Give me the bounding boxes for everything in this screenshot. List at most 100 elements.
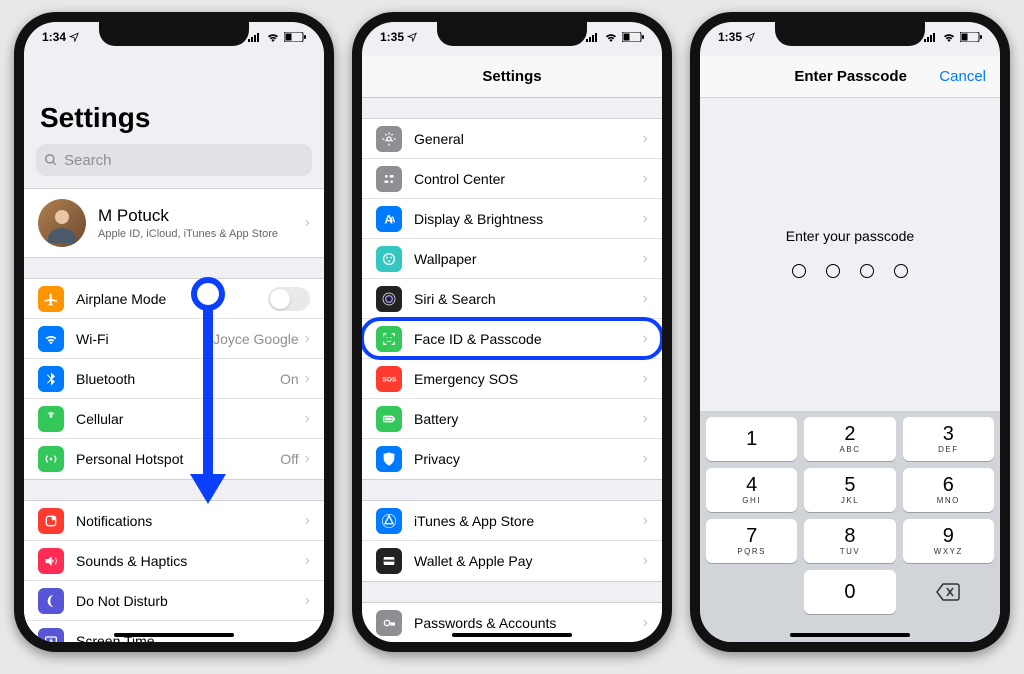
settings-row-siri[interactable]: Siri & Search› (362, 279, 662, 319)
settings-row-general[interactable]: General› (362, 119, 662, 159)
key-number: 7 (746, 526, 757, 546)
settings-row-wallet[interactable]: Wallet & Apple Pay› (362, 541, 662, 581)
chevron-right-icon: › (305, 593, 310, 609)
number-keypad: 12ABC3DEF4GHI5JKL6MNO7PQRS8TUV9WXYZ0 (700, 411, 1000, 642)
keypad-key-1[interactable]: 1 (706, 417, 797, 461)
key-number: 3 (943, 424, 954, 444)
settings-row-appstore[interactable]: iTunes & App Store› (362, 501, 662, 541)
row-value: Off (280, 451, 298, 467)
battery-icon (960, 32, 982, 42)
keypad-key-7[interactable]: 7PQRS (706, 519, 797, 563)
row-label: Wallet & Apple Pay (414, 553, 643, 569)
notch (437, 22, 587, 46)
key-letters: MNO (937, 496, 960, 505)
signal-icon (586, 33, 600, 42)
keypad-key-2[interactable]: 2ABC (804, 417, 895, 461)
row-value: Joyce Google (213, 331, 299, 347)
chevron-right-icon: › (305, 411, 310, 427)
keypad-key-3[interactable]: 3DEF (903, 417, 994, 461)
chevron-right-icon: › (643, 251, 648, 267)
search-input[interactable]: Search (36, 144, 312, 176)
row-label: Siri & Search (414, 291, 643, 307)
faceid-icon (376, 326, 402, 352)
chevron-right-icon: › (643, 171, 648, 187)
chevron-right-icon: › (643, 211, 648, 227)
row-label: Do Not Disturb (76, 593, 305, 609)
row-label: Bluetooth (76, 371, 280, 387)
settings-row-notifications[interactable]: Notifications› (24, 501, 324, 541)
row-value: On (280, 371, 299, 387)
passcode-dot (860, 264, 874, 278)
siri-icon (376, 286, 402, 312)
chevron-right-icon: › (643, 513, 648, 529)
key-number: 6 (943, 475, 954, 495)
settings-row-bluetooth[interactable]: BluetoothOn › (24, 359, 324, 399)
keypad-key-0[interactable]: 0 (804, 570, 895, 614)
chevron-right-icon: › (305, 331, 310, 347)
settings-row-cellular[interactable]: Cellular› (24, 399, 324, 439)
passcode-dot (894, 264, 908, 278)
settings-row-airplane[interactable]: Airplane Mode (24, 279, 324, 319)
chevron-right-icon: › (305, 513, 310, 529)
settings-row-display[interactable]: AADisplay & Brightness› (362, 199, 662, 239)
settings-row-hotspot[interactable]: Personal HotspotOff› (24, 439, 324, 479)
screentime-icon (38, 628, 64, 642)
account-row[interactable]: M Potuck Apple ID, iCloud, iTunes & App … (24, 189, 324, 257)
chevron-right-icon: › (305, 451, 310, 467)
settings-row-sounds[interactable]: Sounds & Haptics› (24, 541, 324, 581)
signal-icon (248, 33, 262, 42)
location-icon (407, 32, 417, 42)
row-label: Control Center (414, 171, 643, 187)
row-label: Wi-Fi (76, 331, 213, 347)
settings-row-battery[interactable]: Battery› (362, 399, 662, 439)
appstore-icon (376, 508, 402, 534)
account-sub: Apple ID, iCloud, iTunes & App Store (98, 228, 305, 240)
keypad-key-9[interactable]: 9WXYZ (903, 519, 994, 563)
toggle-switch[interactable] (268, 287, 310, 311)
settings-row-wallpaper[interactable]: Wallpaper› (362, 239, 662, 279)
row-label: General (414, 131, 643, 147)
sos-icon: SOS (376, 366, 402, 392)
row-label: Emergency SOS (414, 371, 643, 387)
passcode-dot (792, 264, 806, 278)
home-indicator[interactable] (790, 633, 910, 637)
key-letters: JKL (841, 496, 859, 505)
settings-row-privacy[interactable]: Privacy› (362, 439, 662, 479)
row-label: Wallpaper (414, 251, 643, 267)
cancel-button[interactable]: Cancel (939, 68, 986, 85)
airplane-icon (38, 286, 64, 312)
battery-icon (376, 406, 402, 432)
privacy-icon (376, 446, 402, 472)
page-title: Settings (24, 56, 324, 140)
settings-row-sos[interactable]: SOS Emergency SOS› (362, 359, 662, 399)
keypad-delete-button[interactable] (903, 570, 994, 614)
settings-row-controlcenter[interactable]: Control Center› (362, 159, 662, 199)
settings-row-dnd[interactable]: Do Not Disturb› (24, 581, 324, 621)
backspace-icon (936, 583, 960, 601)
settings-row-screentime[interactable]: Screen Time› (24, 621, 324, 642)
settings-row-faceid[interactable]: Face ID & Passcode› (362, 319, 662, 359)
keypad-key-8[interactable]: 8TUV (804, 519, 895, 563)
home-indicator[interactable] (452, 633, 572, 637)
settings-row-wifi[interactable]: Wi-FiJoyce Google › (24, 319, 324, 359)
keypad-key-6[interactable]: 6MNO (903, 468, 994, 512)
home-indicator[interactable] (114, 633, 234, 637)
location-icon (745, 32, 755, 42)
keypad-key-4[interactable]: 4GHI (706, 468, 797, 512)
nav-bar: Enter Passcode Cancel (700, 56, 1000, 98)
general-icon (376, 126, 402, 152)
search-icon (44, 153, 58, 167)
chevron-right-icon: › (643, 411, 648, 427)
wallet-icon (376, 548, 402, 574)
key-number: 2 (844, 424, 855, 444)
keypad-key-5[interactable]: 5JKL (804, 468, 895, 512)
key-letters: DEF (938, 445, 959, 454)
row-label: Sounds & Haptics (76, 553, 305, 569)
chevron-right-icon: › (643, 331, 648, 347)
passwords-icon (376, 610, 402, 636)
svg-text:SOS: SOS (382, 376, 397, 383)
chevron-right-icon: › (643, 371, 648, 387)
chevron-right-icon: › (305, 553, 310, 569)
chevron-right-icon: › (305, 371, 310, 387)
search-placeholder: Search (64, 152, 112, 169)
